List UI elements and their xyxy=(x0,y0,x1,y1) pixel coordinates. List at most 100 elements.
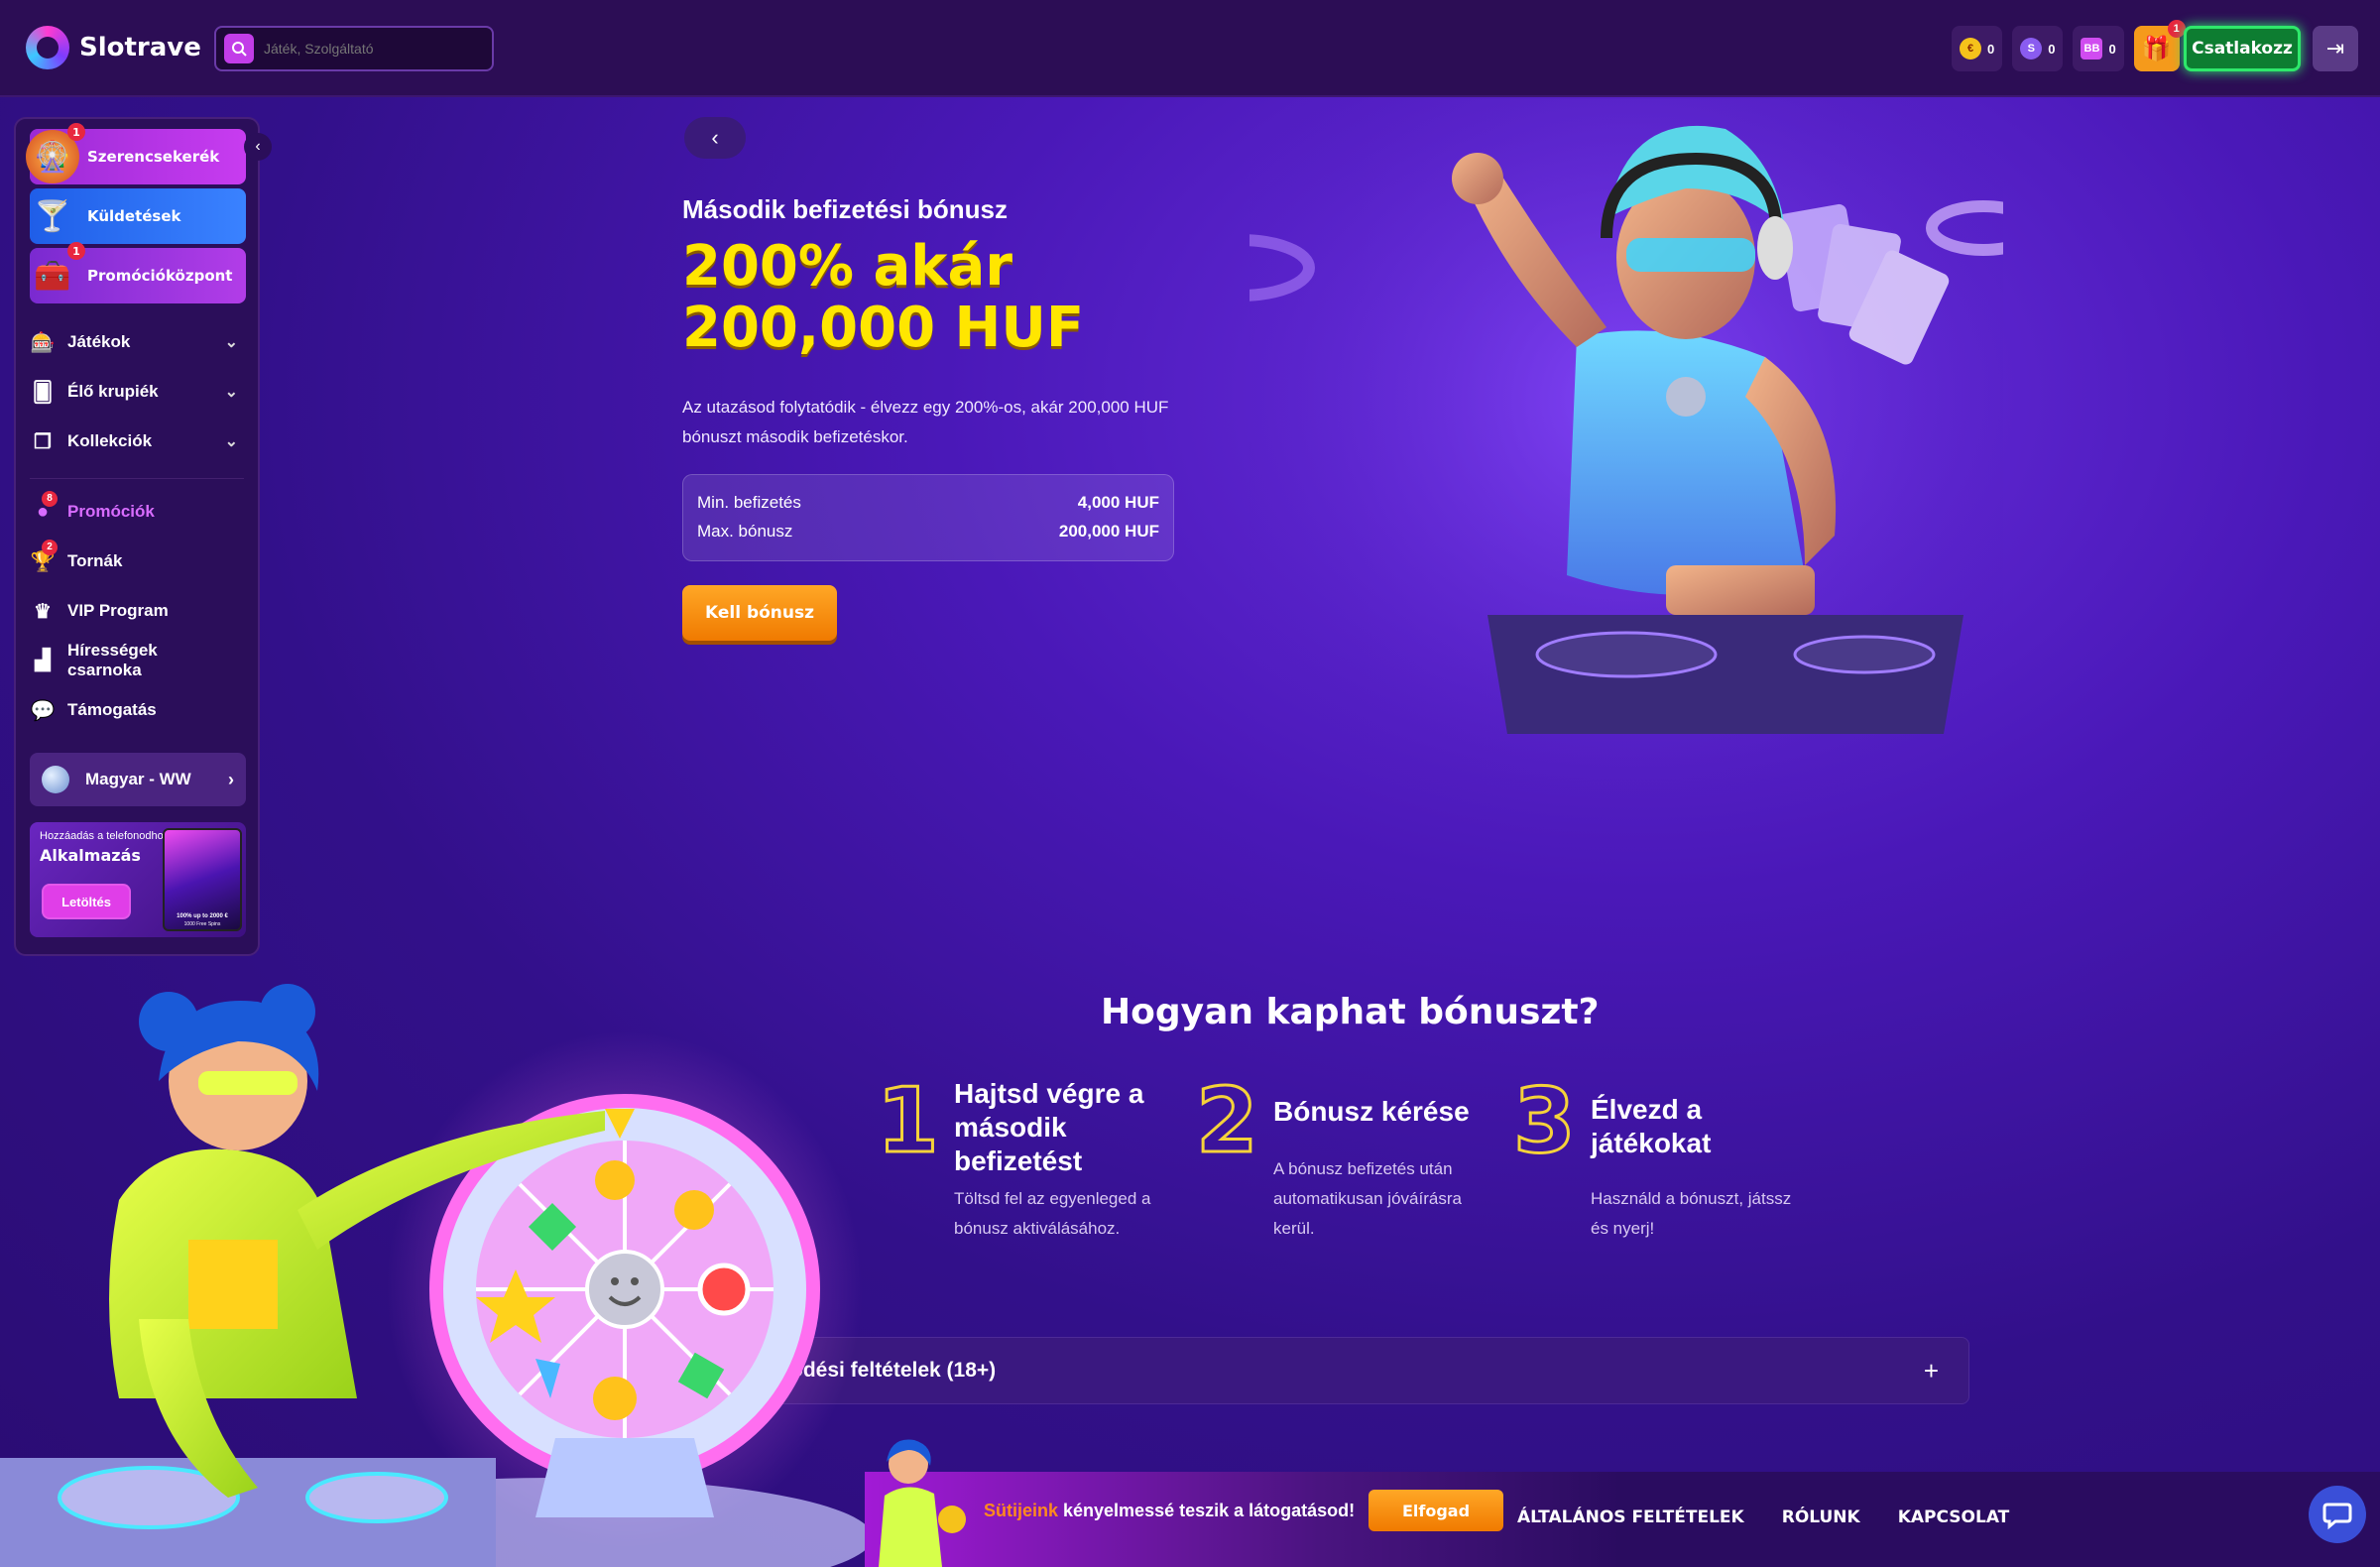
bonus-terms-box: Min. befizetés 4,000 HUF Max. bónusz 200… xyxy=(682,474,1174,561)
collections-icon: ❐ xyxy=(34,430,52,453)
gift-icon: 🎁 xyxy=(2141,35,2172,62)
search-input[interactable] xyxy=(264,41,482,57)
promotions-badge: 8 xyxy=(42,490,58,507)
sidebar-item-hall-of-fame[interactable]: ▟ Hírességek csarnoka xyxy=(30,636,244,685)
language-label: Magyar - WW xyxy=(85,770,191,788)
sidebar-item-games[interactable]: 🎰 Játékok ⌄ xyxy=(30,317,244,367)
max-bonus-value: 200,000 HUF xyxy=(1058,522,1159,541)
sidebar-item-collections[interactable]: ❐ Kollekciók ⌄ xyxy=(30,417,244,466)
wheel-badge: 1 xyxy=(67,123,85,141)
missions-label: Küldetések xyxy=(87,207,181,225)
spin-coin-icon: S xyxy=(2020,38,2043,60)
podium-icon: ▟ xyxy=(35,650,51,671)
sidebar-item-support[interactable]: 💬 Támogatás xyxy=(30,685,244,735)
contact-link[interactable]: KAPCSOLAT xyxy=(1898,1507,2010,1527)
bonus-title-line2: 200,000 HUF xyxy=(682,296,1085,360)
cookie-link[interactable]: Sütijeink xyxy=(984,1501,1058,1520)
promotions-label: Promóciók xyxy=(67,502,155,521)
claim-bonus-button[interactable]: Kell bónusz xyxy=(682,585,837,641)
login-icon: ⇥ xyxy=(2325,36,2345,60)
vip-label: VIP Program xyxy=(67,601,169,620)
support-label: Támogatás xyxy=(67,700,157,719)
chevron-down-icon: ⌄ xyxy=(224,334,238,351)
how-to-title: Hogyan kaphat bónuszt? xyxy=(1101,992,1600,1032)
live-dealers-label: Élő krupiék xyxy=(67,382,159,401)
logo[interactable]: Slotrave xyxy=(26,26,201,69)
sidebar-item-promotions[interactable]: ● 8 Promóciók xyxy=(30,487,244,537)
support-chat-icon: 💬 xyxy=(30,699,56,722)
chevron-left-icon: ‹ xyxy=(711,125,719,150)
step-3-number: 3 xyxy=(1512,1069,1578,1173)
promo-center-button[interactable]: 🧰 Promócióközpont 1 xyxy=(30,242,246,303)
logo-icon xyxy=(26,26,69,69)
tournaments-label: Tornák xyxy=(67,551,123,570)
step-3-desc: Használd a bónuszt, játssz és nyerj! xyxy=(1591,1189,1792,1238)
download-app-button[interactable]: Letöltés xyxy=(42,884,131,919)
login-button[interactable]: ⇥ xyxy=(2313,26,2358,71)
bonus-title: 200% akár 200,000 HUF xyxy=(682,236,1084,359)
bonus-description: Az utazásod folytatódik - élvezz egy 200… xyxy=(682,398,1169,446)
language-selector[interactable]: Magyar - WW › xyxy=(30,753,246,806)
min-deposit-row: Min. befizetés 4,000 HUF xyxy=(697,493,1159,522)
min-deposit-value: 4,000 HUF xyxy=(1077,493,1159,512)
app-download-banner: Hozzáadás a telefonodhoz... Alkalmazás L… xyxy=(30,822,246,937)
chevron-right-icon: › xyxy=(228,769,234,789)
coin-balance[interactable]: € 0 xyxy=(1952,26,2003,71)
search-icon[interactable] xyxy=(224,34,254,63)
cookie-text: kényelmessé teszik a látogatásod! xyxy=(1058,1501,1356,1520)
chat-bubble-icon xyxy=(2322,1503,2352,1530)
promo-center-label: Promócióközpont xyxy=(87,267,233,285)
back-button[interactable]: ‹ xyxy=(684,117,746,159)
chat-button[interactable] xyxy=(2309,1486,2366,1543)
footer-links: ÁLTALÁNOS FELTÉTELEK RÓLUNK KAPCSOLAT xyxy=(1517,1507,2009,1527)
accept-cookies-button[interactable]: Elfogad xyxy=(1368,1490,1503,1531)
slot-machine-icon: 🎰 xyxy=(30,331,56,354)
games-label: Játékok xyxy=(67,332,131,351)
max-bonus-label: Max. bónusz xyxy=(697,522,793,541)
sidebar-item-tournaments[interactable]: 🏆 2 Tornák xyxy=(30,537,244,586)
dealer-icon: 🂠 xyxy=(32,381,54,404)
spin-balance[interactable]: S 0 xyxy=(2012,26,2064,71)
phone-mockup-image: 100% up to 2000 € 1000 Free Spins xyxy=(163,828,242,931)
coin-value: 0 xyxy=(1987,41,1995,57)
terms-accordion[interactable]: odési feltételek (18+) + xyxy=(774,1337,1969,1404)
chevron-down-icon: ⌄ xyxy=(224,433,238,450)
sidebar-item-live-dealers[interactable]: 🂠 Élő krupiék ⌄ xyxy=(30,367,244,417)
search-box[interactable] xyxy=(214,26,494,71)
missions-button[interactable]: 🍸 Küldetések xyxy=(30,188,246,244)
wheel-girl-illustration xyxy=(0,984,873,1567)
step-2-desc: A bónusz befizetés után automatikusan jó… xyxy=(1273,1159,1462,1238)
divider xyxy=(30,478,244,479)
bb-value: 0 xyxy=(2108,41,2116,57)
sidebar: 🎡 Szerencsekerék 1 🍸 Küldetések 🧰 Promóc… xyxy=(14,117,260,956)
max-bonus-row: Max. bónusz 200,000 HUF xyxy=(697,522,1159,550)
sidebar-item-vip[interactable]: ♛ VIP Program xyxy=(30,586,244,636)
hall-of-fame-label: Hírességek csarnoka xyxy=(67,641,158,679)
bonus-title-line1: 200% akár xyxy=(682,234,1012,299)
cookie-message: Sütijeink kényelmessé teszik a látogatás… xyxy=(984,1501,1355,1521)
currency-bar: € 0 S 0 BB 0 🎁 1 xyxy=(1952,20,2186,71)
brand-name: Slotrave xyxy=(79,33,201,62)
gift-badge: 1 xyxy=(2167,20,2186,38)
about-link[interactable]: RÓLUNK xyxy=(1782,1507,1860,1527)
plus-icon: + xyxy=(1923,1355,1939,1386)
phone-promo-text: 100% up to 2000 € xyxy=(177,913,228,919)
coin-icon: € xyxy=(1960,38,1981,60)
wheel-of-fortune-button[interactable]: 🎡 Szerencsekerék 1 xyxy=(26,123,246,184)
terms-link[interactable]: ÁLTALÁNOS FELTÉTELEK xyxy=(1517,1507,1744,1527)
dj-character-illustration xyxy=(1250,99,2003,853)
step-2-title: Bónusz kérése xyxy=(1273,1096,1470,1127)
wheel-label: Szerencsekerék xyxy=(87,148,220,166)
spin-value: 0 xyxy=(2048,41,2056,57)
bonus-subtitle: Második befizetési bónusz xyxy=(682,194,1008,224)
bb-balance[interactable]: BB 0 xyxy=(2073,26,2124,71)
join-button[interactable]: Csatlakozz xyxy=(2184,26,2301,71)
step-2-number: 2 xyxy=(1195,1069,1260,1173)
gift-button[interactable]: 🎁 1 xyxy=(2133,20,2186,71)
min-deposit-label: Min. befizetés xyxy=(697,493,801,512)
cocktail-icon: 🍸 xyxy=(34,198,71,234)
step-1-title: Hajtsd végre a második befizetést xyxy=(954,1078,1144,1176)
phone-promo-text-2: 1000 Free Spins xyxy=(183,921,221,927)
cookie-girl-image xyxy=(865,1436,974,1567)
collapse-sidebar-button[interactable]: ‹ xyxy=(244,133,272,161)
